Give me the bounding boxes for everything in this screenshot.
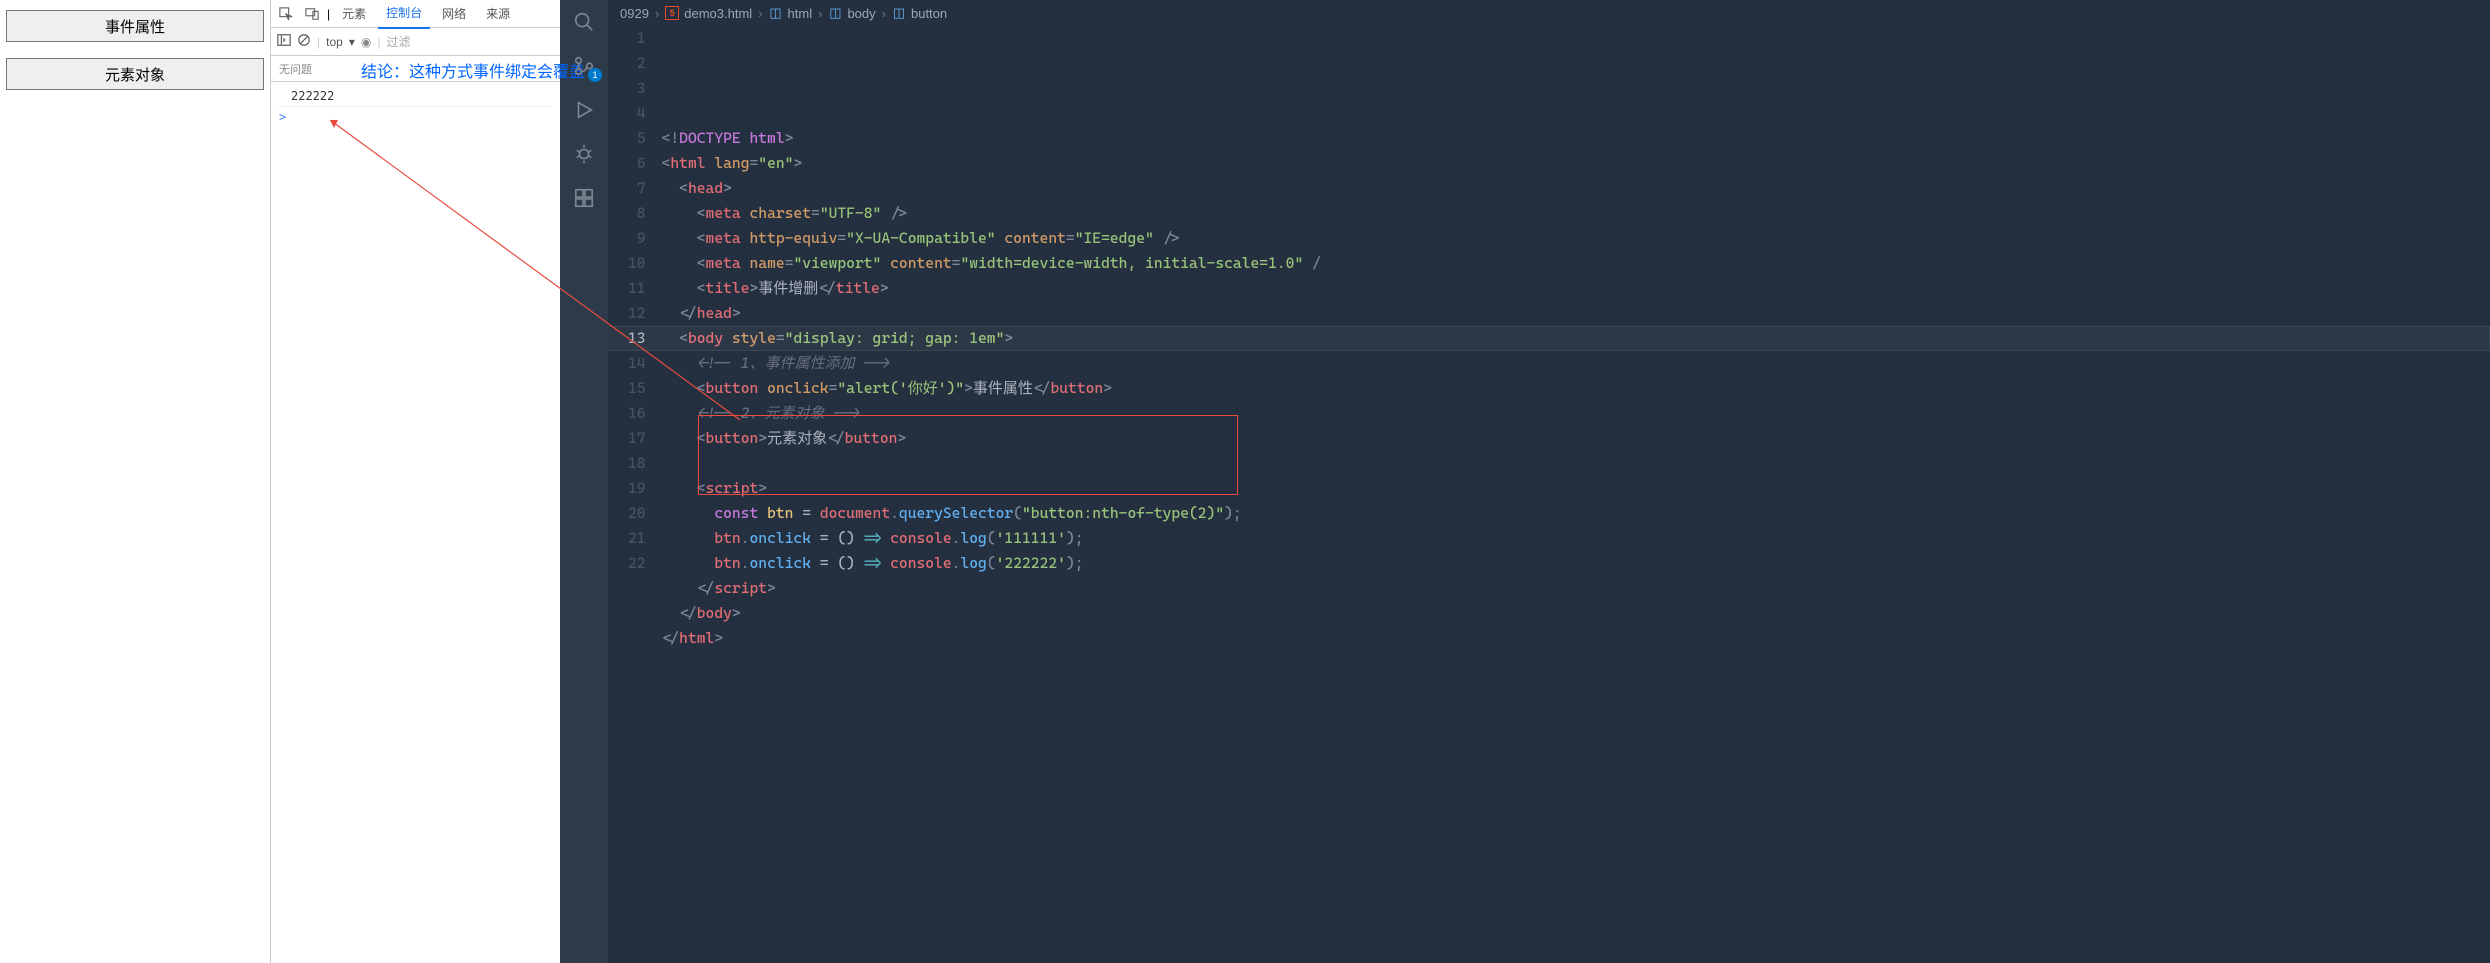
device-toggle-icon[interactable] (301, 3, 323, 25)
devtools-tab-bar: | 元素 控制台 网络 来源 (271, 0, 560, 28)
tab-network[interactable]: 网络 (434, 0, 474, 28)
sidebar-toggle-icon[interactable] (277, 33, 291, 50)
run-debug-icon[interactable] (570, 96, 598, 124)
source-control-icon[interactable] (570, 52, 598, 80)
cube-icon: ◫ (892, 6, 906, 20)
divider: | (377, 35, 380, 49)
breadcrumb-folder[interactable]: 0929 (620, 6, 649, 21)
chevron-right-icon: › (655, 6, 659, 21)
console-output-line: 222222 (279, 86, 552, 107)
chevron-down-icon[interactable]: ▾ (349, 35, 355, 49)
annotation-text: 结论：这种方式事件绑定会覆盖 (361, 58, 585, 82)
event-attr-button[interactable]: 事件属性 (6, 10, 264, 42)
breadcrumb-html[interactable]: ◫html (769, 6, 813, 21)
divider: | (317, 35, 320, 49)
line-number-gutter: 12345678910111213141516171819202122 (608, 26, 662, 963)
tab-sources[interactable]: 来源 (478, 0, 518, 28)
activity-bar (560, 0, 608, 963)
search-icon[interactable] (570, 8, 598, 36)
browser-page-panel: 事件属性 元素对象 (0, 0, 270, 963)
console-prompt[interactable]: > (279, 107, 552, 127)
console-body[interactable]: 222222 > (271, 82, 560, 963)
element-object-button[interactable]: 元素对象 (6, 58, 264, 90)
code-editor[interactable]: 12345678910111213141516171819202122 <!DO… (608, 26, 2490, 963)
breadcrumb-file[interactable]: 5demo3.html (665, 6, 752, 21)
debug-icon[interactable] (570, 140, 598, 168)
console-filter-bar: 无问题 结论：这种方式事件绑定会覆盖 (271, 56, 560, 82)
chevron-right-icon: › (882, 6, 886, 21)
breadcrumb-body[interactable]: ◫body (828, 6, 875, 21)
inspect-icon[interactable] (275, 3, 297, 25)
eye-icon[interactable]: ◉ (361, 35, 371, 49)
tab-elements[interactable]: 元素 (334, 0, 374, 28)
html5-icon: 5 (665, 6, 679, 20)
console-toolbar: | top ▾ ◉ | 过滤 (271, 28, 560, 56)
chevron-right-icon: › (818, 6, 822, 21)
extensions-icon[interactable] (570, 184, 598, 212)
code-content[interactable]: <!DOCTYPE html><html lang="en"> <head> <… (662, 26, 2490, 963)
filter-input[interactable]: 过滤 (386, 33, 410, 50)
cube-icon: ◫ (769, 6, 783, 20)
context-selector[interactable]: top (326, 35, 343, 49)
breadcrumb-button[interactable]: ◫button (892, 6, 947, 21)
clear-console-icon[interactable] (297, 33, 311, 50)
divider: | (327, 7, 330, 21)
editor-area: 0929 › 5demo3.html › ◫html › ◫body › ◫bu… (608, 0, 2490, 963)
vscode-panel: 0929 › 5demo3.html › ◫html › ◫body › ◫bu… (560, 0, 2490, 963)
no-issues-label: 无问题 (279, 61, 312, 77)
breadcrumb: 0929 › 5demo3.html › ◫html › ◫body › ◫bu… (608, 0, 2490, 26)
devtools-panel: | 元素 控制台 网络 来源 | top ▾ ◉ | 过滤 无问题 结论：这种方… (270, 0, 560, 963)
chevron-right-icon: › (758, 6, 762, 21)
cube-icon: ◫ (828, 6, 842, 20)
tab-console[interactable]: 控制台 (378, 0, 430, 29)
